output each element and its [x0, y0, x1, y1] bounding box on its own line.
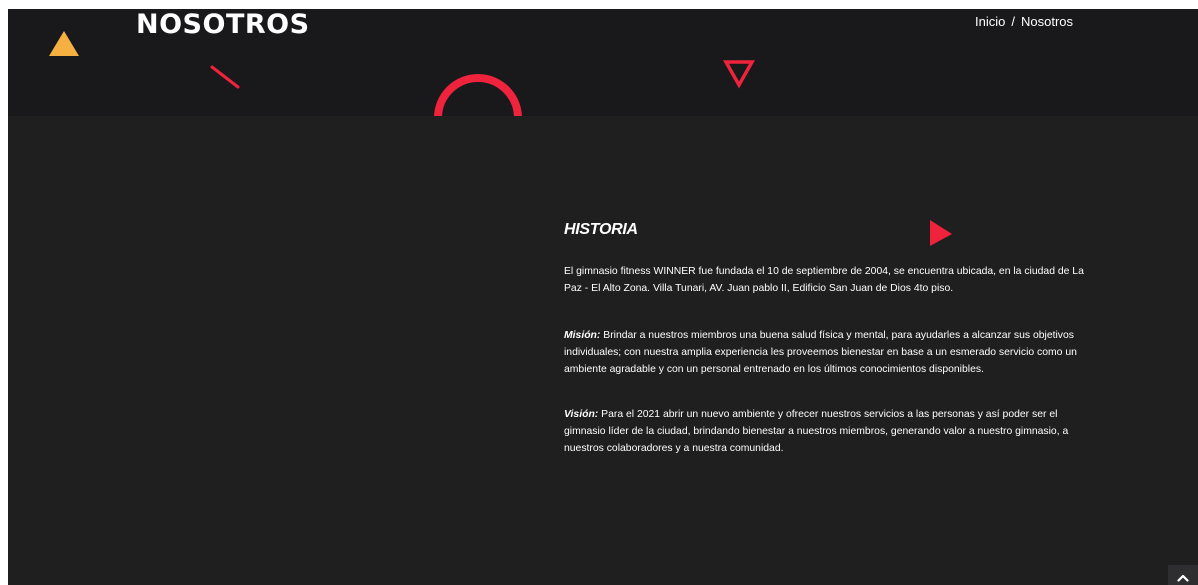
vision-paragraph: Visión: Para el 2021 abrir un nuevo ambi… [564, 406, 1094, 457]
breadcrumb-current: Nosotros [1020, 14, 1074, 29]
vision-text: Para el 2021 abrir un nuevo ambiente y o… [564, 409, 1069, 454]
breadcrumb-home-link[interactable]: Inicio [975, 14, 1005, 30]
mision-paragraph: Misión: Brindar a nuestros miembros una … [564, 327, 1094, 378]
historia-paragraph: El gimnasio fitness WINNER fue fundada e… [564, 266, 1084, 294]
historia-heading: HISTORIA [564, 221, 638, 238]
mision-text: Brindar a nuestros miembros una buena sa… [564, 330, 1077, 375]
mision-label: Misión: [564, 330, 601, 341]
page: NOSOTROS Inicio / Nosotros HISTORIA El gim… [8, 9, 1198, 585]
breadcrumb: Inicio / Nosotros [975, 14, 1073, 30]
scroll-to-top-button[interactable] [1168, 565, 1198, 585]
half-ring-icon [434, 74, 522, 116]
about-section: HISTORIA El gimnasio fitness WINNER fue … [564, 218, 1094, 457]
vision-label: Visión: [564, 409, 599, 420]
slash-icon [210, 65, 240, 89]
page-header: NOSOTROS Inicio / Nosotros [8, 9, 1198, 116]
chevron-up-icon [1177, 574, 1189, 582]
triangle-up-icon [49, 31, 79, 56]
triangle-down-outline-icon [723, 60, 755, 89]
breadcrumb-separator: / [1011, 14, 1015, 29]
page-title: NOSOTROS [136, 9, 310, 40]
